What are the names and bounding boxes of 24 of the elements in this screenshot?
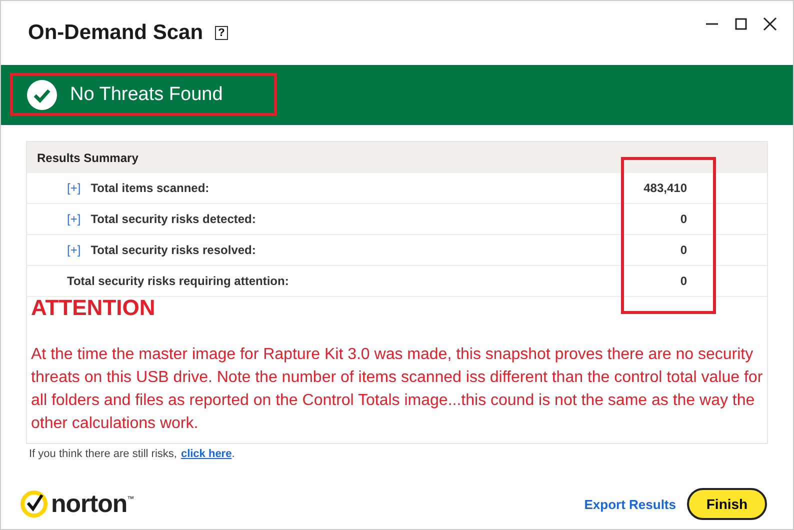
hint-period: . [232, 448, 235, 460]
expand-link[interactable]: [+] [67, 212, 81, 226]
expand-link[interactable]: [+] [67, 243, 81, 257]
brand-name: norton [51, 490, 128, 518]
export-results-link[interactable]: Export Results [584, 496, 676, 512]
row-label: Total security risks requiring attention: [67, 274, 289, 288]
row-label: Total security risks detected: [90, 212, 256, 226]
status-text: No Threats Found [70, 84, 223, 106]
click-here-link[interactable]: click here [180, 448, 232, 460]
row-value: 0 [680, 212, 687, 226]
row-value: 0 [680, 274, 687, 288]
expand-link[interactable]: [+] [67, 181, 81, 195]
row-label: Total items scanned: [90, 181, 210, 195]
row-label: Total security risks resolved: [90, 243, 256, 257]
help-button[interactable]: ? [215, 26, 228, 40]
trademark-mark: ™ [127, 496, 134, 502]
row-value: 0 [680, 243, 687, 257]
row-value: 483,410 [644, 181, 687, 195]
finish-button[interactable]: Finish [687, 488, 767, 520]
note-text: At the time the master image for Rapture Kit 3.0 was made, this snapshot proves there are no security threats on this USB drive. Note the number of items scanned iss different than the control total value for all folders and files as reported on the Control Totals image...this cound is not the same as the way the other calculations work. [31, 345, 763, 434]
note-heading: ATTENTION [31, 295, 156, 321]
window-title: On-Demand Scan [28, 21, 204, 45]
panel-title: Results Summary [37, 150, 138, 164]
hint-text: If you think there are still risks, [29, 448, 177, 460]
